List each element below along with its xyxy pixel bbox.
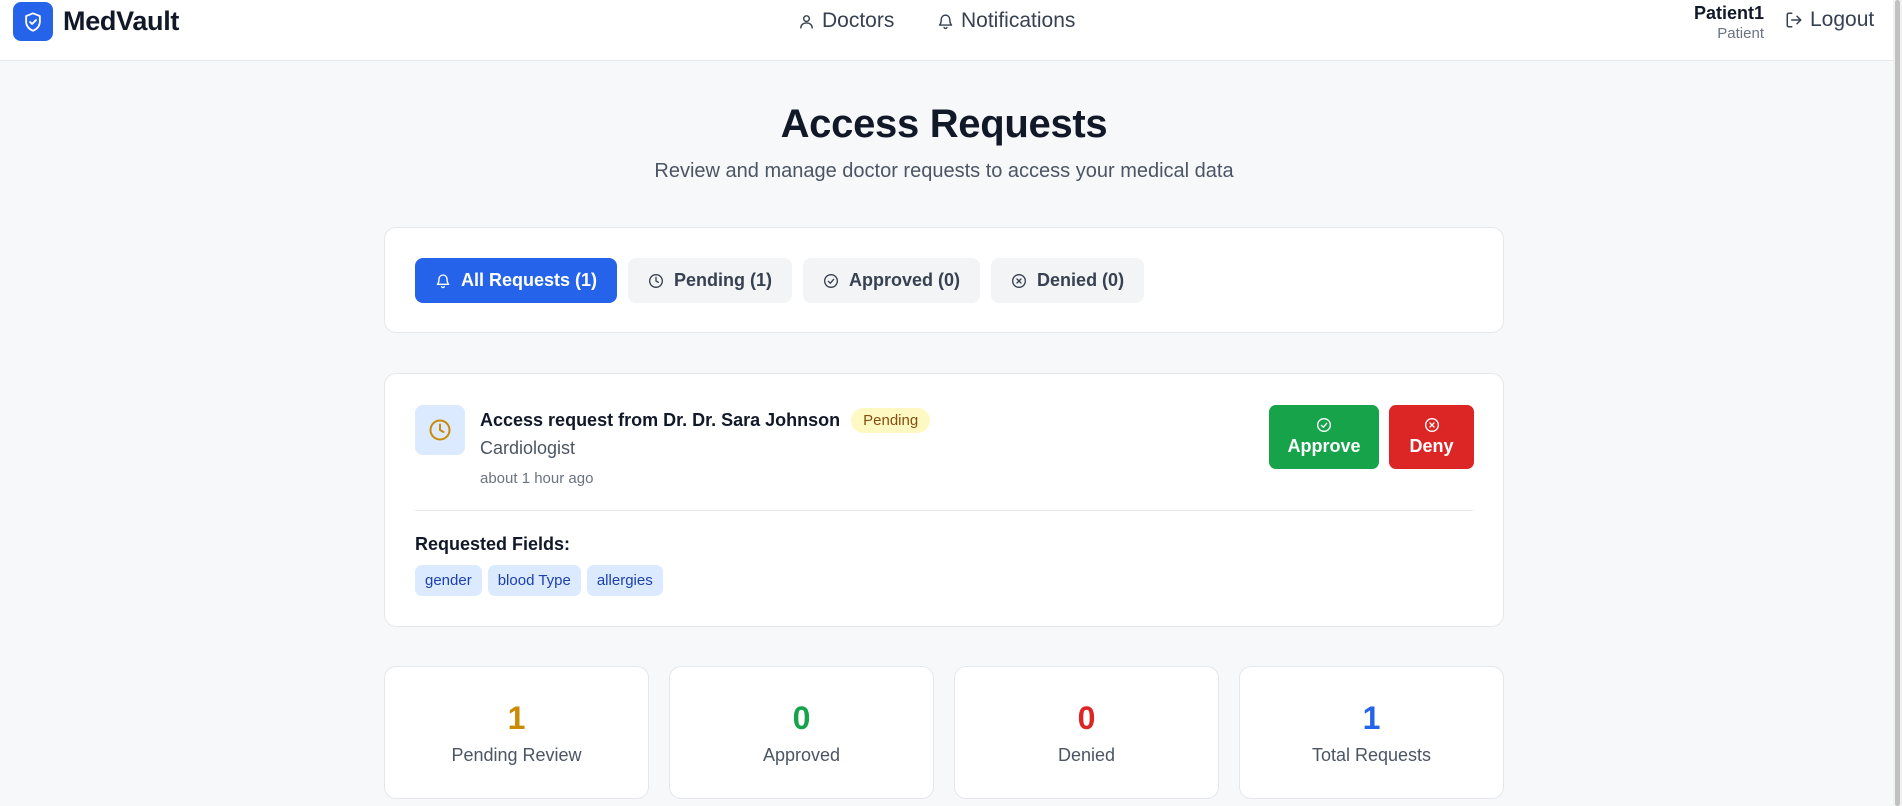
stat-value: 0 <box>1077 700 1096 736</box>
x-circle-icon <box>1424 418 1439 432</box>
doctor-specialty: Cardiologist <box>480 438 576 458</box>
page: MedVault Doctors Notifications Patient1 … <box>0 0 1902 806</box>
user-role: Patient <box>1717 25 1764 42</box>
top-header: MedVault Doctors Notifications Patient1 … <box>0 0 1902 61</box>
approve-label: Approve <box>1287 436 1361 456</box>
tab-pending-label: Pending (1) <box>674 270 773 290</box>
bell-icon <box>436 273 450 288</box>
nav-doctors-label: Doctors <box>822 9 895 32</box>
page-subtitle: Review and manage doctor requests to acc… <box>654 160 1234 182</box>
request-timestamp: about 1 hour ago <box>480 470 594 487</box>
user-name: Patient1 <box>1693 3 1764 23</box>
filter-tabs-card: All Requests (1) Pending (1) Approved (0… <box>384 227 1504 333</box>
shield-check-icon <box>13 2 53 41</box>
page-title: Access Requests <box>780 102 1108 146</box>
approve-button[interactable]: Approve <box>1269 405 1379 469</box>
deny-label: Deny <box>1409 436 1454 456</box>
user-icon <box>800 14 813 29</box>
status-badge: Pending <box>851 408 931 433</box>
stat-denied: 0 Denied <box>954 666 1219 799</box>
stat-approved: 0 Approved <box>669 666 934 799</box>
tab-pending[interactable]: Pending (1) <box>628 258 793 303</box>
divider <box>415 510 1473 511</box>
scrollbar-thumb[interactable] <box>1895 0 1900 806</box>
deny-button[interactable]: Deny <box>1389 405 1474 469</box>
logout-label: Logout <box>1810 8 1875 31</box>
user-info: Patient1 Patient <box>1694 2 1764 44</box>
x-circle-icon <box>1012 273 1027 288</box>
stat-label: Denied <box>1057 745 1116 765</box>
check-circle-icon <box>1317 418 1331 432</box>
stat-label: Pending Review <box>451 745 582 765</box>
filter-tabs: All Requests (1) Pending (1) Approved (0… <box>415 258 1145 303</box>
field-tag: gender <box>415 565 482 596</box>
access-request-card: Access request from Dr. Dr. Sara Johnson… <box>384 373 1504 627</box>
requested-fields-label: Requested Fields: <box>415 534 571 554</box>
logout-icon <box>1786 12 1802 28</box>
check-circle-icon <box>824 273 839 288</box>
tab-denied-label: Denied (0) <box>1037 270 1125 290</box>
stat-pending-review: 1 Pending Review <box>384 666 649 799</box>
clock-icon <box>649 273 664 288</box>
tab-denied[interactable]: Denied (0) <box>991 258 1145 303</box>
request-title-row: Access request from Dr. Dr. Sara Johnson… <box>480 408 931 433</box>
bell-icon <box>938 13 953 29</box>
request-title: Access request from Dr. Dr. Sara Johnson <box>480 410 841 430</box>
tab-approved-label: Approved (0) <box>849 270 961 290</box>
stat-label: Total Requests <box>1311 745 1432 765</box>
stat-total-requests: 1 Total Requests <box>1239 666 1504 799</box>
brand[interactable]: MedVault <box>13 2 179 41</box>
nav-doctors[interactable]: Doctors <box>798 9 894 33</box>
nav-notifications-label: Notifications <box>961 9 1076 32</box>
stat-value: 1 <box>507 700 526 736</box>
stat-value: 1 <box>1362 700 1381 736</box>
stat-value: 0 <box>792 700 811 736</box>
logout-button[interactable]: Logout <box>1785 8 1874 32</box>
tab-all-requests[interactable]: All Requests (1) <box>415 258 618 303</box>
tab-approved[interactable]: Approved (0) <box>803 258 981 303</box>
stat-label: Approved <box>762 745 841 765</box>
field-tag: blood Type <box>487 565 581 596</box>
brand-name: MedVault <box>63 6 180 36</box>
clock-icon <box>415 405 465 455</box>
requested-fields-list: gender blood Type allergies <box>415 565 663 596</box>
tab-all-requests-label: All Requests (1) <box>461 270 598 290</box>
field-tag: allergies <box>586 565 663 596</box>
nav-notifications[interactable]: Notifications <box>937 9 1075 33</box>
